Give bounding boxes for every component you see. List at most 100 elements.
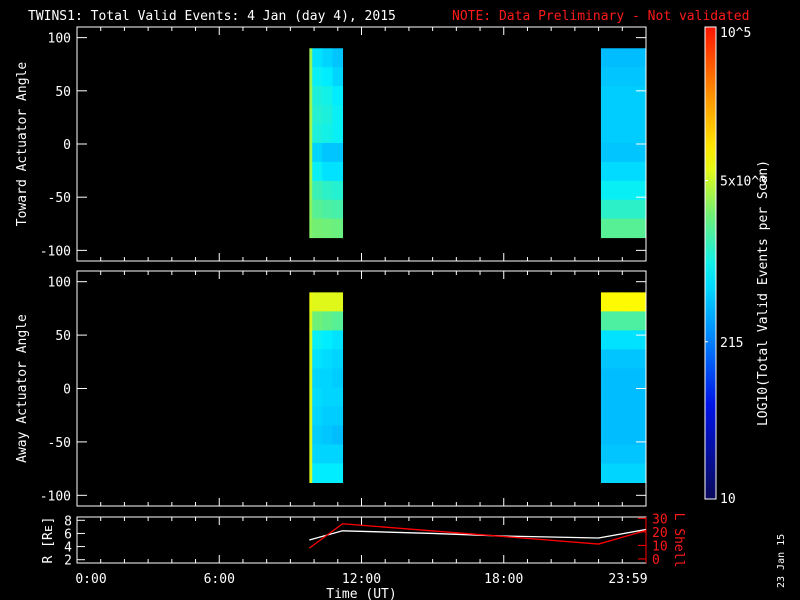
heatmap-cell: [634, 292, 647, 312]
heatmap-cell: [634, 368, 647, 388]
y-tick-label: -50: [48, 191, 71, 206]
heatmap-cell: [332, 199, 344, 220]
heatmap-cell: [332, 142, 344, 163]
heatmap-cell: [312, 425, 323, 445]
heatmap-cell: [332, 105, 344, 125]
heatmap-cell: [634, 86, 647, 106]
heatmap-cell: [312, 105, 323, 125]
colorbar: 10^5 5x10^3 215 10 LOG10(Total Valid Eve…: [704, 26, 771, 507]
heatmap-cell: [612, 105, 624, 125]
heatmap-cell: [623, 67, 636, 87]
plot-frame: [76, 26, 647, 262]
heatmap-cell: [623, 387, 636, 407]
data-block-1: [600, 48, 647, 239]
heatmap-cell: [623, 48, 636, 68]
data-block-0: [309, 48, 344, 239]
x-axis-label: Time (UT): [326, 587, 396, 600]
heatmap-cell: [309, 406, 313, 426]
heatmap-cell: [309, 105, 313, 125]
y-tick-label: 100: [48, 32, 71, 47]
heatmap-cell: [312, 199, 323, 220]
heatmap-cell: [612, 387, 624, 407]
heatmap-cell: [309, 330, 313, 350]
heatmap-cell: [312, 311, 323, 331]
heatmap-cell: [612, 463, 624, 483]
series-l-shell: [308, 523, 647, 549]
heatmap-cell: [309, 161, 313, 182]
heatmap-cell: [312, 124, 323, 144]
heatmap-cell: [312, 218, 323, 239]
heatmap-cell: [623, 86, 636, 106]
heatmap-cell: [332, 86, 344, 106]
heatmap-cell: [600, 444, 613, 464]
heatmap-cell: [623, 105, 636, 125]
heatmap-cell: [634, 387, 647, 407]
heatmap-cell: [309, 218, 313, 239]
heatmap-cell: [623, 218, 636, 239]
data-block-0: [309, 292, 344, 483]
heatmap-cell: [612, 218, 624, 239]
heatmap-cell: [332, 124, 344, 144]
heatmap-cell: [309, 311, 313, 331]
heatmap-cell: [309, 349, 313, 369]
toward-angle-panel: 100 50 0 -50 -100 Toward Actuator Angle: [15, 26, 647, 262]
heatmap-cell: [600, 161, 613, 182]
heatmap-cell: [309, 292, 313, 312]
heatmap-cell: [612, 368, 624, 388]
heatmap-cell: [623, 463, 636, 483]
figure: TWINS1: Total Valid Events: 4 Jan (day 4…: [15, 9, 787, 600]
heatmap-cell: [332, 311, 344, 331]
y-tick-label: -100: [40, 489, 71, 504]
heatmap-cell: [600, 180, 613, 201]
heatmap-cell: [322, 349, 333, 369]
y-tick-label: 50: [55, 85, 71, 100]
heatmap-cell: [634, 406, 647, 426]
heatmap-cell: [332, 349, 344, 369]
heatmap-cell: [332, 161, 344, 182]
heatmap-cell: [312, 67, 323, 87]
heatmap-cell: [600, 142, 613, 163]
heatmap-cell: [332, 180, 344, 201]
heatmap-cell: [612, 311, 624, 331]
heatmap-cell: [332, 444, 344, 464]
heatmap-cell: [623, 124, 636, 144]
heatmap-cell: [600, 105, 613, 125]
heatmap-cell: [312, 406, 323, 426]
y-axis-label: R [Rᴇ]: [41, 517, 56, 564]
y2-tick-label: 20: [652, 526, 668, 541]
heatmap-cell: [600, 199, 613, 220]
heatmap-cell: [623, 406, 636, 426]
heatmap-cell: [332, 330, 344, 350]
heatmap-cell: [634, 444, 647, 464]
heatmap-cell: [322, 387, 333, 407]
colorbar-tick-label-max: 10^5: [720, 26, 751, 41]
heatmap-cell: [612, 86, 624, 106]
heatmap-cell: [312, 48, 323, 68]
heatmap-cell: [322, 124, 333, 144]
heatmap-cell: [332, 406, 344, 426]
heatmap-cell: [623, 180, 636, 201]
heatmap-cell: [322, 180, 333, 201]
y-tick-label: 100: [48, 276, 71, 291]
heatmap-cell: [623, 425, 636, 445]
heatmap-cell: [322, 161, 333, 182]
heatmap-cell: [332, 387, 344, 407]
preliminary-note: NOTE: Data Preliminary - Not validated: [452, 9, 749, 24]
heatmap-cell: [309, 124, 313, 144]
heatmap-cell: [309, 425, 313, 445]
colorbar-gradient: [704, 26, 717, 500]
heatmap-cell: [600, 292, 613, 312]
x-tick-label: 12:00: [342, 572, 381, 587]
heatmap-cell: [634, 330, 647, 350]
heatmap-cell: [322, 105, 333, 125]
heatmap-cell: [612, 406, 624, 426]
heatmap-cell: [634, 311, 647, 331]
heatmap-cell: [612, 161, 624, 182]
heatmap-cell: [332, 425, 344, 445]
heatmap-cell: [600, 349, 613, 369]
heatmap-cell: [612, 48, 624, 68]
heatmap-cell: [623, 330, 636, 350]
heatmap-cell: [600, 48, 613, 68]
heatmap-cell: [332, 292, 344, 312]
heatmap-cell: [612, 425, 624, 445]
